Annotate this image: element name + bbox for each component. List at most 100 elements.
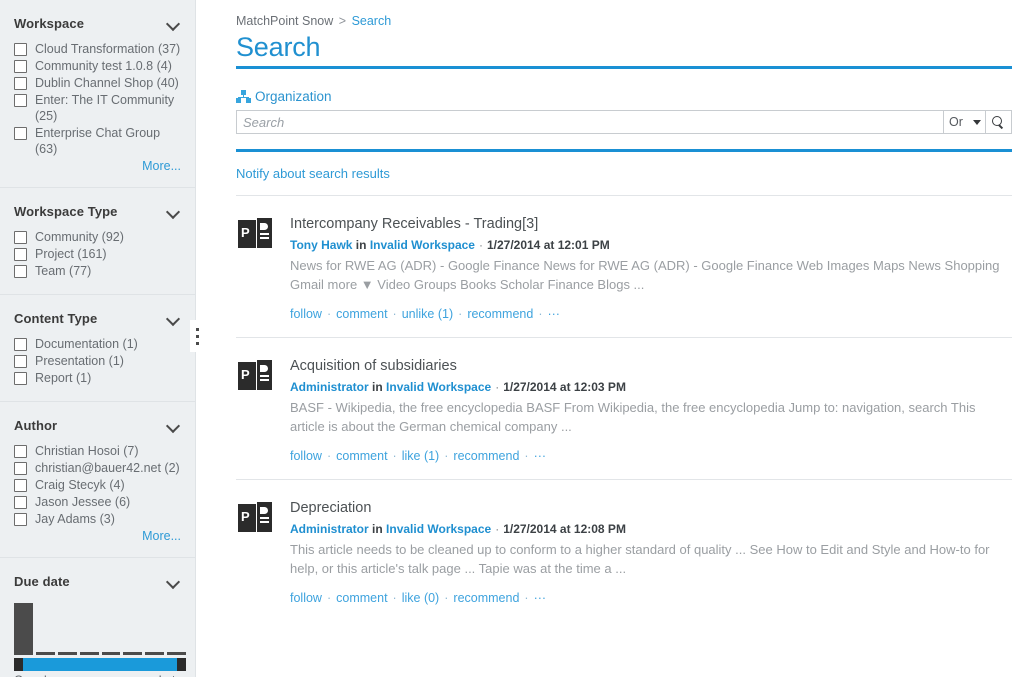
result-action-recommend[interactable]: recommend bbox=[453, 591, 519, 605]
facet-option[interactable]: Team (77) bbox=[14, 263, 183, 279]
checkbox[interactable] bbox=[14, 94, 27, 107]
result-title[interactable]: Intercompany Receivables - Trading[3] bbox=[290, 214, 1012, 234]
search-operator-select[interactable]: Or bbox=[943, 110, 985, 134]
breadcrumb-current[interactable]: Search bbox=[352, 14, 392, 28]
result-author[interactable]: Administrator bbox=[290, 380, 369, 394]
facet-content-type-header[interactable]: Content Type bbox=[0, 295, 195, 336]
checkbox[interactable] bbox=[14, 338, 27, 351]
facet-option[interactable]: Enter: The IT Community (25) bbox=[14, 92, 183, 124]
facet-more-link[interactable]: More... bbox=[14, 529, 183, 543]
checkbox[interactable] bbox=[14, 248, 27, 261]
checkbox[interactable] bbox=[14, 77, 27, 90]
facet-option-label: Report (1) bbox=[35, 371, 92, 385]
result-action-[interactable]: ··· bbox=[534, 591, 547, 605]
facet-option-label: Community (92) bbox=[35, 230, 124, 244]
facet-author-header[interactable]: Author bbox=[0, 402, 195, 443]
histogram-bar bbox=[35, 652, 55, 655]
due-date-histogram: Overdue Later bbox=[0, 599, 195, 677]
action-separator: · bbox=[326, 449, 332, 463]
facet-option[interactable]: Christian Hosoi (7) bbox=[14, 443, 183, 459]
facet-more-link[interactable]: More... bbox=[14, 159, 183, 173]
notify-search-results-link[interactable]: Notify about search results bbox=[236, 152, 390, 195]
chevron-down-icon bbox=[973, 119, 981, 125]
result-action-comment[interactable]: comment bbox=[336, 591, 387, 605]
result-action-like[interactable]: like (0) bbox=[402, 591, 440, 605]
facet-option[interactable]: Presentation (1) bbox=[14, 353, 183, 369]
facet-option[interactable]: Dublin Channel Shop (40) bbox=[14, 75, 183, 91]
result-meta: Administrator in Invalid Workspace · 1/27/… bbox=[290, 521, 1012, 538]
checkbox[interactable] bbox=[14, 355, 27, 368]
result-workspace[interactable]: Invalid Workspace bbox=[370, 238, 475, 252]
facet-title: Workspace Type bbox=[14, 204, 118, 219]
due-date-range-slider[interactable] bbox=[14, 658, 186, 671]
facet-option[interactable]: Community test 1.0.8 (4) bbox=[14, 58, 183, 74]
checkbox[interactable] bbox=[14, 265, 27, 278]
result-action-follow[interactable]: follow bbox=[290, 449, 322, 463]
chevron-down-icon[interactable] bbox=[167, 17, 181, 31]
result-author[interactable]: Administrator bbox=[290, 522, 369, 536]
chevron-down-icon[interactable] bbox=[167, 205, 181, 219]
search-submit-button[interactable] bbox=[985, 110, 1012, 134]
result-action-comment[interactable]: comment bbox=[336, 307, 387, 321]
result-author[interactable]: Tony Hawk bbox=[290, 238, 352, 252]
checkbox[interactable] bbox=[14, 127, 27, 140]
checkbox[interactable] bbox=[14, 479, 27, 492]
result-action-follow[interactable]: follow bbox=[290, 591, 322, 605]
facet-option-label: Christian Hosoi (7) bbox=[35, 444, 139, 458]
result-workspace[interactable]: Invalid Workspace bbox=[386, 380, 491, 394]
facet-due-date-header[interactable]: Due date bbox=[0, 558, 195, 599]
breadcrumb-separator: > bbox=[338, 14, 347, 28]
search-result-body: Depreciation Administrator in Invalid Wor… bbox=[290, 498, 1012, 605]
slider-handle-left[interactable] bbox=[14, 658, 23, 671]
checkbox[interactable] bbox=[14, 372, 27, 385]
facet-option-label: Project (161) bbox=[35, 247, 107, 261]
facet-option[interactable]: Report (1) bbox=[14, 370, 183, 386]
facet-workspace-header[interactable]: Workspace bbox=[0, 0, 195, 41]
facet-option[interactable]: christian@bauer42.net (2) bbox=[14, 460, 183, 476]
facet-option[interactable]: Community (92) bbox=[14, 229, 183, 245]
search-result-item: P Acquisition of subsidiaries Administrato… bbox=[236, 338, 1012, 480]
result-action-like[interactable]: like (1) bbox=[402, 449, 440, 463]
result-action-[interactable]: ··· bbox=[547, 307, 560, 321]
dot bbox=[195, 327, 199, 331]
result-action-comment[interactable]: comment bbox=[336, 449, 387, 463]
checkbox[interactable] bbox=[14, 462, 27, 475]
facet-option[interactable]: Jay Adams (3) bbox=[14, 511, 183, 527]
result-action-[interactable]: ··· bbox=[534, 449, 547, 463]
chevron-down-icon[interactable] bbox=[167, 419, 181, 433]
result-actions: follow · comment · like (1) · recommend · ··· bbox=[290, 449, 1012, 463]
sidebar-resize-handle[interactable] bbox=[190, 320, 204, 352]
facet-option[interactable]: Enterprise Chat Group (63) bbox=[14, 125, 183, 157]
search-input[interactable] bbox=[236, 110, 943, 134]
checkbox[interactable] bbox=[14, 231, 27, 244]
search-bar: Or bbox=[236, 110, 1012, 134]
slider-label-right: Later bbox=[159, 673, 186, 677]
search-scope[interactable]: Organization bbox=[236, 89, 1012, 104]
breadcrumb-root[interactable]: MatchPoint Snow bbox=[236, 14, 333, 28]
result-action-follow[interactable]: follow bbox=[290, 307, 322, 321]
slider-handle-right[interactable] bbox=[177, 658, 186, 671]
facet-option[interactable]: Documentation (1) bbox=[14, 336, 183, 352]
facet-option[interactable]: Craig Stecyk (4) bbox=[14, 477, 183, 493]
result-action-recommend[interactable]: recommend bbox=[467, 307, 533, 321]
result-workspace[interactable]: Invalid Workspace bbox=[386, 522, 491, 536]
result-title[interactable]: Acquisition of subsidiaries bbox=[290, 356, 1012, 376]
checkbox[interactable] bbox=[14, 43, 27, 56]
result-snippet: News for RWE AG (ADR) - Google Finance N… bbox=[290, 258, 1000, 292]
checkbox[interactable] bbox=[14, 60, 27, 73]
facet-option[interactable]: Cloud Transformation (37) bbox=[14, 41, 183, 57]
facet-workspace-type-header[interactable]: Workspace Type bbox=[0, 188, 195, 229]
result-action-unlike[interactable]: unlike (1) bbox=[402, 307, 453, 321]
checkbox[interactable] bbox=[14, 496, 27, 509]
facet-option[interactable]: Project (161) bbox=[14, 246, 183, 262]
checkbox[interactable] bbox=[14, 445, 27, 458]
chevron-down-icon[interactable] bbox=[167, 575, 181, 589]
checkbox[interactable] bbox=[14, 513, 27, 526]
result-title[interactable]: Depreciation bbox=[290, 498, 1012, 518]
facet-option-label: Craig Stecyk (4) bbox=[35, 478, 125, 492]
result-meta-in: in bbox=[368, 522, 387, 536]
chevron-down-icon[interactable] bbox=[167, 312, 181, 326]
histogram-bar bbox=[57, 652, 77, 655]
facet-option[interactable]: Jason Jessee (6) bbox=[14, 494, 183, 510]
result-action-recommend[interactable]: recommend bbox=[453, 449, 519, 463]
